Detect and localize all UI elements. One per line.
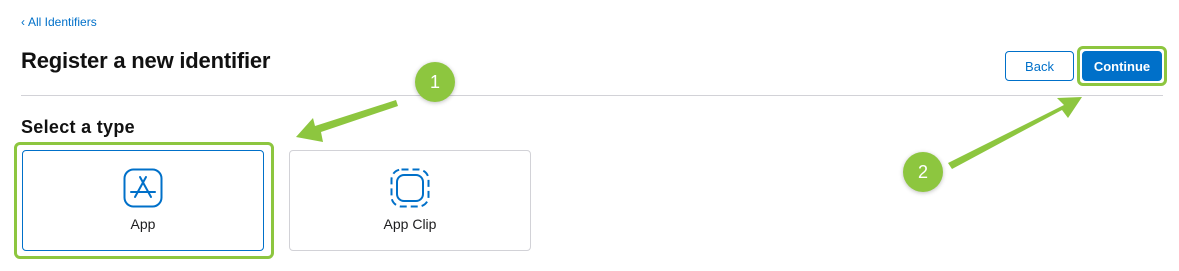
- arrow-to-continue: [948, 97, 1082, 169]
- arrow-to-app: [296, 100, 398, 142]
- annotation-arrows: [296, 97, 1082, 169]
- step-1-badge: 1: [415, 62, 455, 102]
- step-2-badge: 2: [903, 152, 943, 192]
